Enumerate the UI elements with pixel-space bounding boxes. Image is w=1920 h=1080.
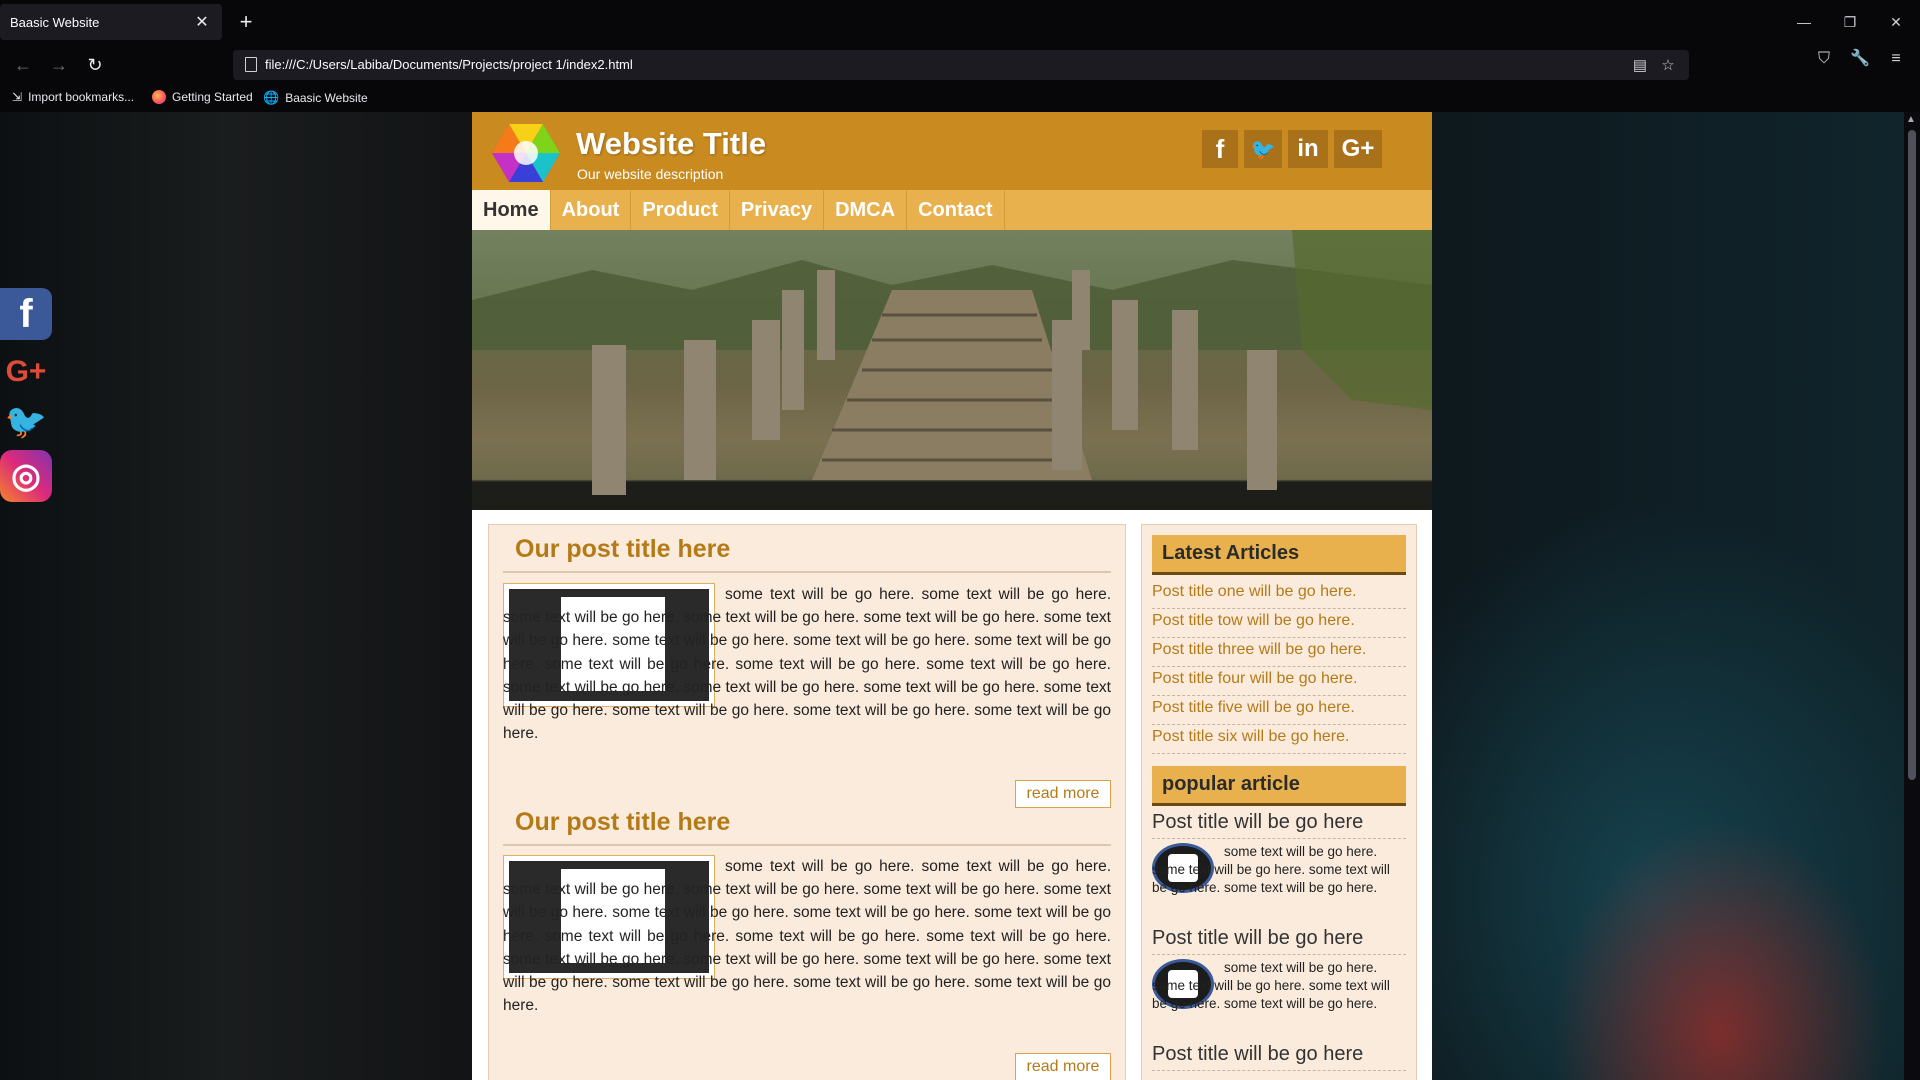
header-twitter-icon[interactable]: 🐦	[1244, 130, 1282, 168]
menu-item-product[interactable]: Product	[631, 190, 730, 230]
bookmark-label: Baasic Website	[285, 91, 368, 105]
popular-post-title[interactable]: Post title will be go here	[1152, 927, 1406, 955]
bookmark-baasic-website[interactable]: 🌐 Baasic Website	[263, 90, 368, 106]
site-description: Our website description	[577, 166, 724, 182]
restore-icon[interactable]: ❐	[1830, 8, 1870, 36]
latest-article-link[interactable]: Post title four will be go here.	[1152, 667, 1406, 696]
popular-post-title[interactable]: Post title will be go here	[1152, 1043, 1406, 1071]
popular-post-title[interactable]: Post title will be go here	[1152, 811, 1406, 839]
page-scrollbar[interactable]: ▲	[1904, 112, 1920, 1080]
new-tab-button[interactable]: +	[232, 8, 260, 36]
tab-title: Baasic Website	[10, 14, 100, 30]
reload-icon[interactable]: ↻	[80, 50, 110, 80]
back-icon[interactable]: ←	[8, 50, 38, 80]
twitter-icon[interactable]: 🐦	[0, 396, 52, 448]
latest-article-link[interactable]: Post title tow will be go here.	[1152, 609, 1406, 638]
globe-icon: 🌐	[263, 90, 280, 105]
url-bar[interactable]: file:///C:/Users/Labiba/Documents/Projec…	[233, 50, 1689, 80]
instagram-icon[interactable]: ◎	[0, 450, 52, 502]
google-plus-icon[interactable]: G+	[0, 346, 52, 398]
hero-banner-image	[472, 230, 1432, 510]
close-window-icon[interactable]: ✕	[1876, 8, 1916, 36]
bookmark-star-icon[interactable]: ☆	[1657, 55, 1679, 77]
post-divider	[503, 571, 1111, 573]
extensions-wrench-icon[interactable]: 🔧	[1848, 47, 1872, 71]
post-divider	[503, 844, 1111, 846]
reader-view-icon[interactable]: ▤	[1629, 55, 1651, 77]
header-linkedin-icon[interactable]: in	[1288, 130, 1328, 168]
forward-icon[interactable]: →	[44, 50, 74, 80]
page-viewport: f G+ 🐦 ◎ Website Title Our website descr…	[0, 112, 1920, 1080]
main-menu: Home About Product Privacy DMCA Contact	[472, 190, 1432, 230]
post-body: some text will be go here. some text wil…	[503, 858, 1111, 1015]
scrollbar-thumb[interactable]	[1908, 130, 1916, 780]
bookmark-label: Getting Started	[172, 90, 253, 104]
latest-article-link[interactable]: Post title three will be go here.	[1152, 638, 1406, 667]
read-more-button[interactable]: read more	[1015, 1053, 1111, 1080]
site-title[interactable]: Website Title	[576, 126, 766, 162]
read-more-button[interactable]: read more	[1015, 780, 1111, 808]
posts-panel: Our post title here some text will be go…	[488, 524, 1126, 1080]
menu-item-privacy[interactable]: Privacy	[730, 190, 825, 230]
header-google-plus-icon[interactable]: G+	[1334, 130, 1382, 168]
latest-article-link[interactable]: Post title one will be go here.	[1152, 580, 1406, 609]
facebook-icon[interactable]: f	[0, 288, 52, 340]
bookmarks-toolbar: ⇲ Import bookmarks... Getting Started 🌐 …	[0, 84, 1920, 112]
menu-item-contact[interactable]: Contact	[907, 190, 1005, 230]
bookmark-label: Import bookmarks...	[28, 90, 135, 104]
sidebar: Latest Articles Post title one will be g…	[1141, 524, 1417, 1080]
url-text[interactable]: file:///C:/Users/Labiba/Documents/Projec…	[265, 57, 633, 72]
latest-article-link[interactable]: Post title five will be go here.	[1152, 696, 1406, 725]
popular-article-heading: popular article	[1152, 766, 1406, 806]
page-icon	[245, 57, 257, 72]
menu-icon[interactable]: ≡	[1884, 47, 1908, 71]
pier-illustration	[472, 230, 1432, 495]
close-icon[interactable]: ✕	[192, 12, 212, 32]
menu-item-dmca[interactable]: DMCA	[824, 190, 908, 230]
menu-item-home[interactable]: Home	[472, 190, 551, 230]
post-title[interactable]: Our post title here	[515, 535, 730, 564]
pocket-icon[interactable]: ⛉	[1812, 47, 1836, 71]
site-header: Website Title Our website description f …	[472, 112, 1432, 190]
latest-article-link[interactable]: Post title six will be go here.	[1152, 725, 1406, 754]
website: Website Title Our website description f …	[472, 112, 1432, 1080]
navigation-toolbar: ← → ↻ file:///C:/Users/Labiba/Documents/…	[0, 44, 1920, 84]
bookmark-import[interactable]: ⇲ Import bookmarks...	[12, 90, 134, 104]
post-body: some text will be go here. some text wil…	[503, 586, 1111, 743]
scroll-up-icon[interactable]: ▲	[1906, 114, 1916, 125]
import-icon: ⇲	[12, 90, 23, 104]
popular-post-excerpt: some text will be go here. some text wil…	[1152, 844, 1390, 895]
post-title[interactable]: Our post title here	[515, 808, 730, 837]
header-facebook-icon[interactable]: f	[1202, 130, 1238, 168]
menu-item-about[interactable]: About	[551, 190, 632, 230]
logo-hexagon-icon[interactable]	[492, 122, 560, 184]
minimize-icon[interactable]: —	[1784, 8, 1824, 36]
latest-articles-heading: Latest Articles	[1152, 535, 1406, 575]
browser-tab[interactable]: Baasic Website ✕	[0, 4, 222, 40]
tab-bar: Baasic Website ✕ + — ❐ ✕	[0, 0, 1920, 44]
firefox-icon	[152, 90, 166, 104]
popular-post-excerpt: some text will be go here. some text wil…	[1152, 960, 1390, 1011]
bookmark-getting-started[interactable]: Getting Started	[152, 90, 253, 104]
